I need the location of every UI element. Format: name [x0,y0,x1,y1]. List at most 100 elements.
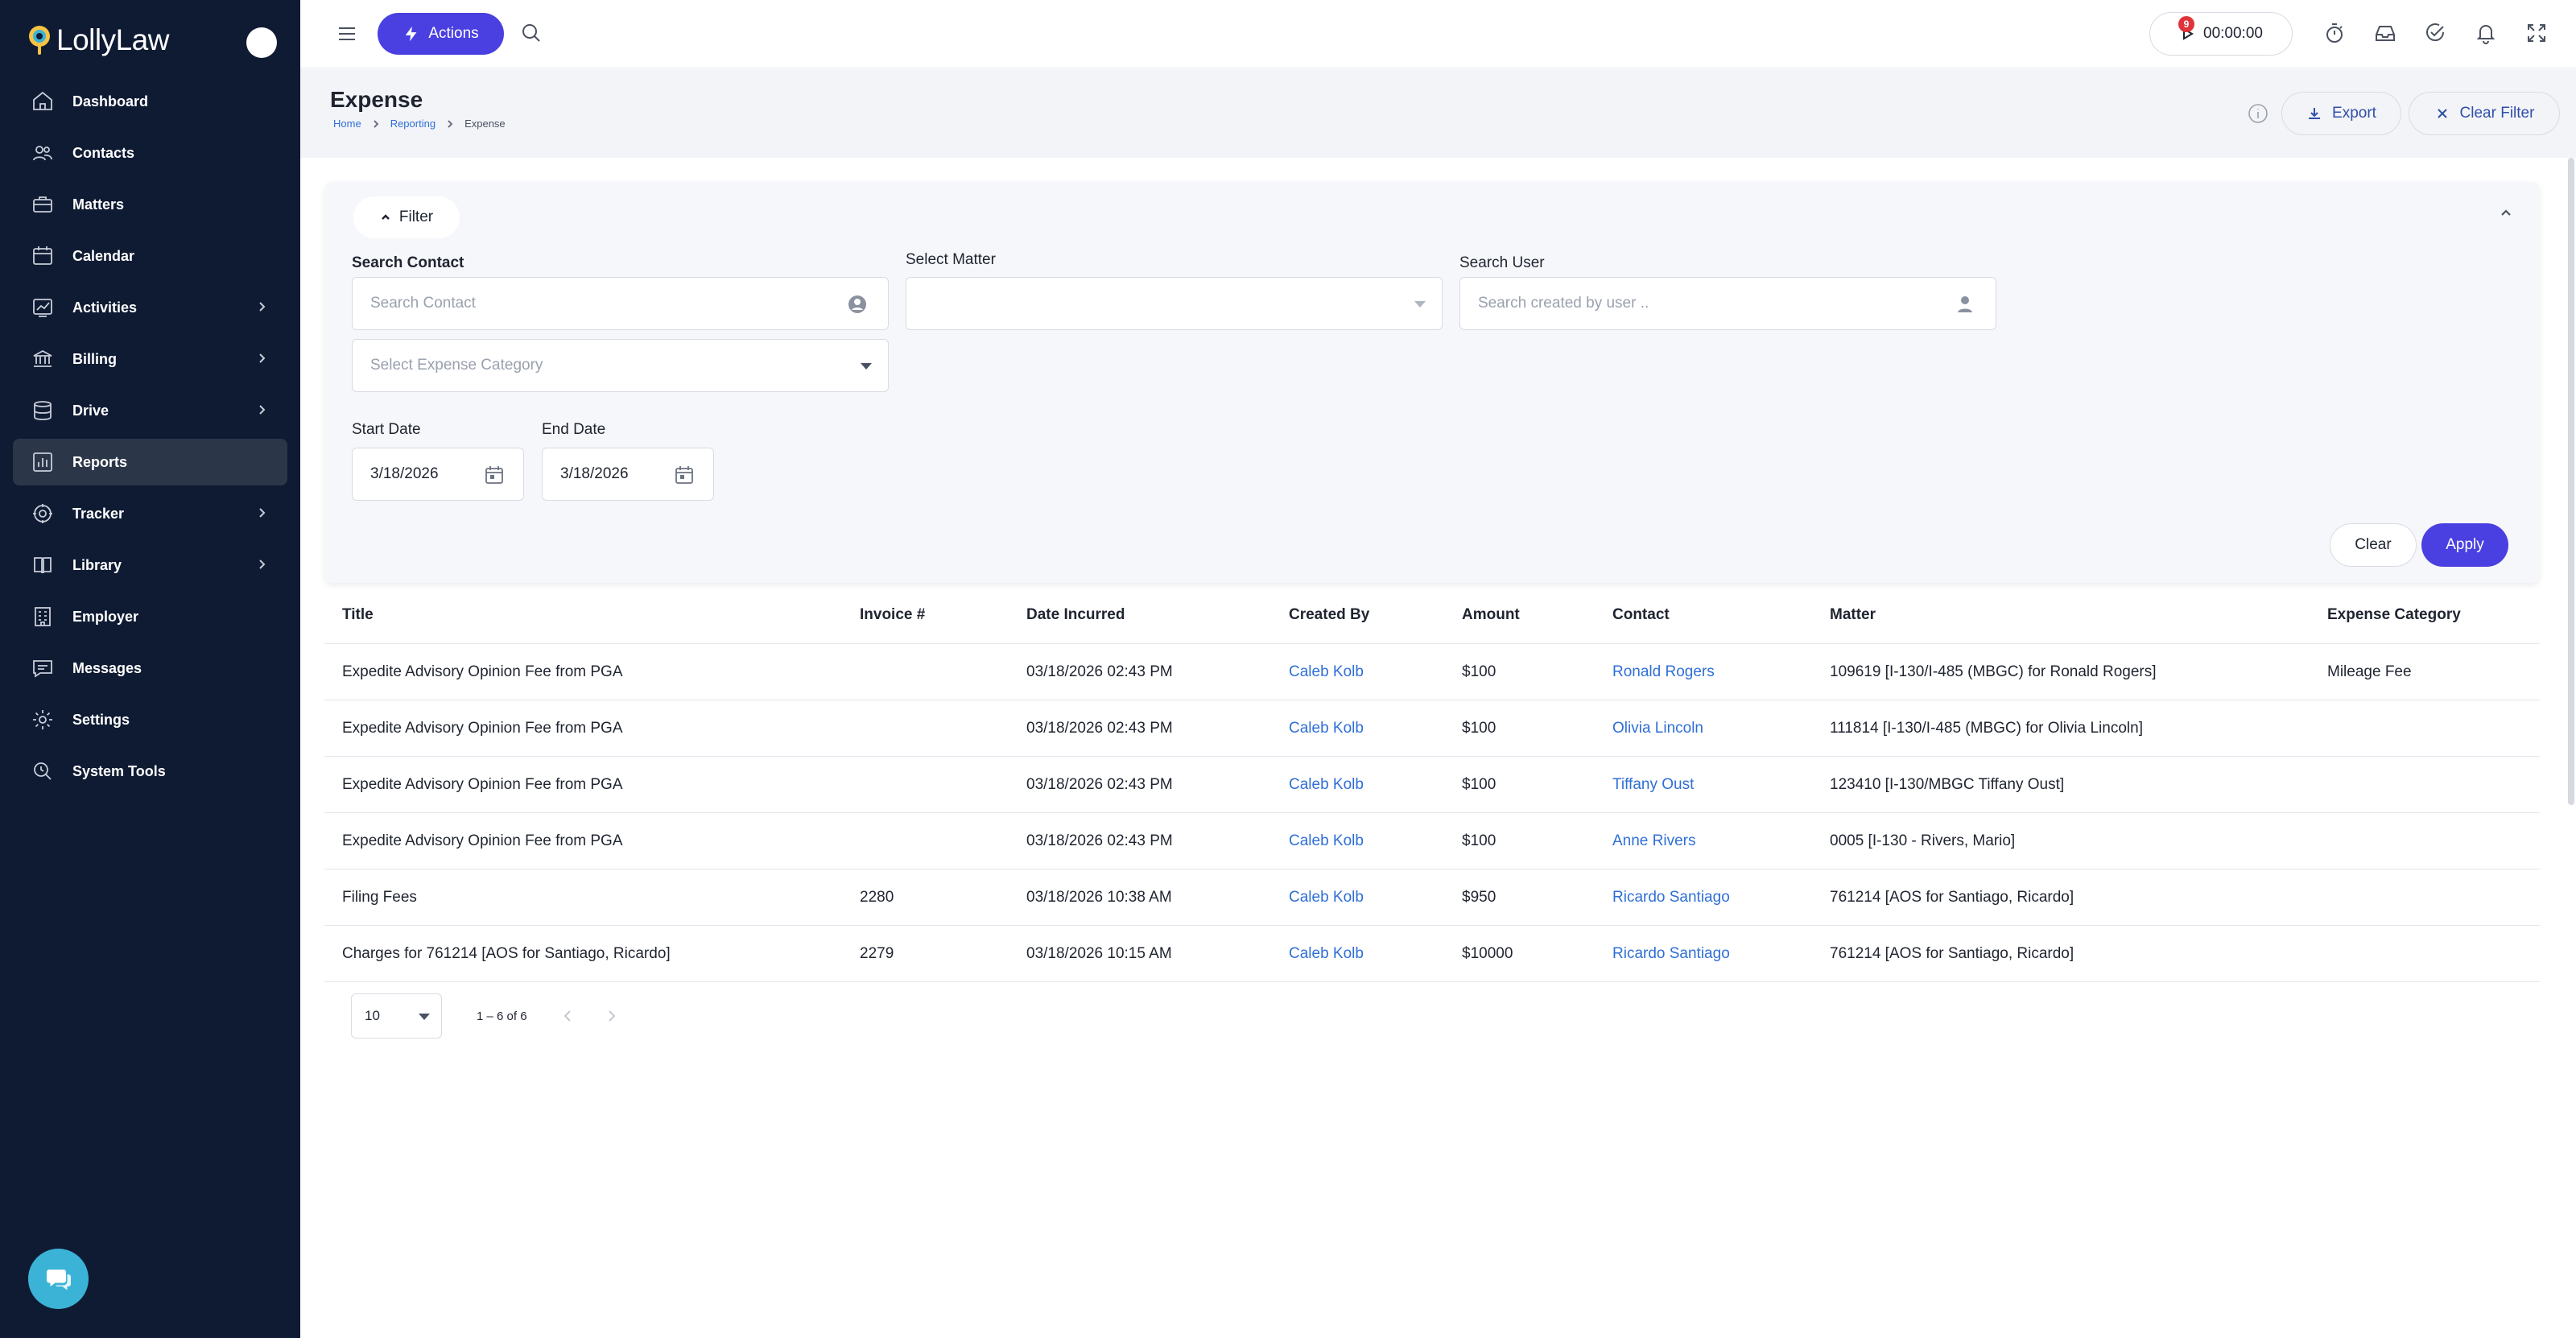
contact-link[interactable]: Tiffany Oust [1612,757,1694,812]
search-contact-placeholder: Search Contact [370,295,476,312]
start-date-input[interactable]: 3/18/2026 [352,448,524,501]
search-user-input[interactable]: Search created by user .. [1459,277,1996,330]
table-body: Expedite Advisory Opinion Fee from PGA 03… [324,644,2540,982]
contact-link[interactable]: Anne Rivers [1612,813,1696,869]
table-row[interactable]: Expedite Advisory Opinion Fee from PGA 03… [324,757,2540,813]
sidebar-item-label: Settings [72,711,130,728]
sidebar-item-contacts[interactable]: Contacts [13,130,287,176]
clear-filter-button[interactable]: Clear Filter [2409,92,2560,135]
created-by-link[interactable]: Caleb Kolb [1289,644,1364,700]
start-date-value: 3/18/2026 [370,465,439,482]
search-button[interactable] [519,21,545,47]
column-header-invoice[interactable]: Invoice # [860,586,925,643]
stopwatch-button[interactable] [2322,21,2348,47]
table-row[interactable]: Filing Fees 2280 03/18/2026 10:38 AM Caleb … [324,869,2540,926]
table-row[interactable]: Expedite Advisory Opinion Fee from PGA 03… [324,644,2540,700]
contact-link[interactable]: Ricardo Santiago [1612,926,1730,981]
menu-toggle-button[interactable] [336,23,358,45]
cell-title: Expedite Advisory Opinion Fee from PGA [342,832,623,849]
filter-toggle-button[interactable]: Filter [353,196,460,238]
page-size-select[interactable]: 10 [351,993,442,1039]
column-header-matter[interactable]: Matter [1830,586,1876,643]
building-icon [31,605,55,629]
notifications-button[interactable] [2474,21,2500,47]
tools-icon [31,759,55,783]
info-icon[interactable] [2247,102,2269,125]
cell-amount: $950 [1462,888,1496,906]
column-header-created-by[interactable]: Created By [1289,586,1369,643]
column-header-title[interactable]: Title [342,586,374,643]
table-row[interactable]: Expedite Advisory Opinion Fee from PGA 03… [324,700,2540,757]
column-header-amount[interactable]: Amount [1462,586,1520,643]
timer-button[interactable]: 00:00:00 [2149,12,2293,56]
chevron-up-icon [381,214,390,220]
sidebar-item-label: Messages [72,659,142,676]
clear-filter-label: Clear Filter [2459,105,2535,122]
search-contact-input[interactable]: Search Contact [352,277,889,330]
sidebar-item-drive[interactable]: Drive [13,387,287,434]
app-logo[interactable]: LollyLaw [26,23,169,58]
chevron-left-icon [564,1010,571,1022]
sidebar-item-settings[interactable]: Settings [13,696,287,743]
select-matter-dropdown[interactable] [906,277,1443,330]
sidebar-item-label: Employer [72,608,139,625]
next-page-button[interactable] [603,1008,619,1024]
sidebar-item-matters[interactable]: Matters [13,181,287,228]
filter-panel: Filter Search Contact Search Contact Sel… [324,182,2540,583]
prev-page-button[interactable] [560,1008,576,1024]
sidebar-item-tracker[interactable]: Tracker [13,490,287,537]
created-by-link[interactable]: Caleb Kolb [1289,869,1364,925]
expense-category-dropdown[interactable]: Select Expense Category [352,339,889,392]
created-by-link[interactable]: Caleb Kolb [1289,813,1364,869]
chat-button[interactable] [28,1249,89,1309]
actions-button[interactable]: Actions [378,13,504,55]
export-button[interactable]: Export [2281,92,2401,135]
created-by-link[interactable]: Caleb Kolb [1289,700,1364,756]
sidebar-item-dashboard[interactable]: Dashboard [13,78,287,125]
collapse-button[interactable] [2498,204,2514,221]
sidebar-item-label: Dashboard [72,93,149,109]
sidebar-item-calendar[interactable]: Calendar [13,233,287,279]
breadcrumb-home[interactable]: Home [333,118,361,130]
avatar[interactable] [246,27,277,58]
hamburger-icon [339,27,355,40]
sidebar-item-reports[interactable]: Reports [13,439,287,485]
page-range: 1 – 6 of 6 [477,1009,527,1023]
fullscreen-button[interactable] [2524,21,2550,47]
scrollbar[interactable] [2568,158,2574,805]
cell-matter: 109619 [I-130/I-485 (MBGC) for Ronald Ro… [1830,663,2157,680]
column-header-date[interactable]: Date Incurred [1026,586,1125,643]
logo-text: LollyLaw [56,23,169,56]
clear-button[interactable]: Clear [2330,523,2417,567]
column-header-category[interactable]: Expense Category [2327,586,2461,643]
contact-link[interactable]: Olivia Lincoln [1612,700,1703,756]
cell-amount: $100 [1462,719,1496,737]
calendar-icon[interactable] [483,464,506,486]
timer-value: 00:00:00 [2203,25,2263,42]
contact-link[interactable]: Ronald Rogers [1612,644,1715,700]
sidebar-item-billing[interactable]: Billing [13,336,287,382]
created-by-link[interactable]: Caleb Kolb [1289,757,1364,812]
cell-invoice: 2279 [860,944,894,962]
column-header-contact[interactable]: Contact [1612,586,1670,643]
table-row[interactable]: Expedite Advisory Opinion Fee from PGA 03… [324,813,2540,869]
tasks-button[interactable] [2423,21,2449,47]
sidebar-nav: Dashboard Contacts Matters Calendar Activiti… [13,78,287,799]
created-by-link[interactable]: Caleb Kolb [1289,926,1364,981]
sidebar-item-employer[interactable]: Employer [13,593,287,640]
sidebar-item-label: Matters [72,196,125,213]
calendar-icon[interactable] [673,464,696,486]
calendar-icon [31,244,55,268]
sidebar-item-messages[interactable]: Messages [13,645,287,692]
contact-link[interactable]: Ricardo Santiago [1612,869,1730,925]
sidebar-item-library[interactable]: Library [13,542,287,588]
inbox-button[interactable] [2373,21,2399,47]
sidebar-item-system-tools[interactable]: System Tools [13,748,287,795]
end-date-input[interactable]: 3/18/2026 [542,448,714,501]
apply-button[interactable]: Apply [2421,523,2508,567]
stopwatch-icon [2326,23,2343,43]
table-row[interactable]: Charges for 761214 [AOS for Santiago, Ri… [324,926,2540,982]
sidebar-item-activities[interactable]: Activities [13,284,287,331]
cell-matter: 761214 [AOS for Santiago, Ricardo] [1830,944,2074,962]
breadcrumb-reporting[interactable]: Reporting [390,118,436,130]
